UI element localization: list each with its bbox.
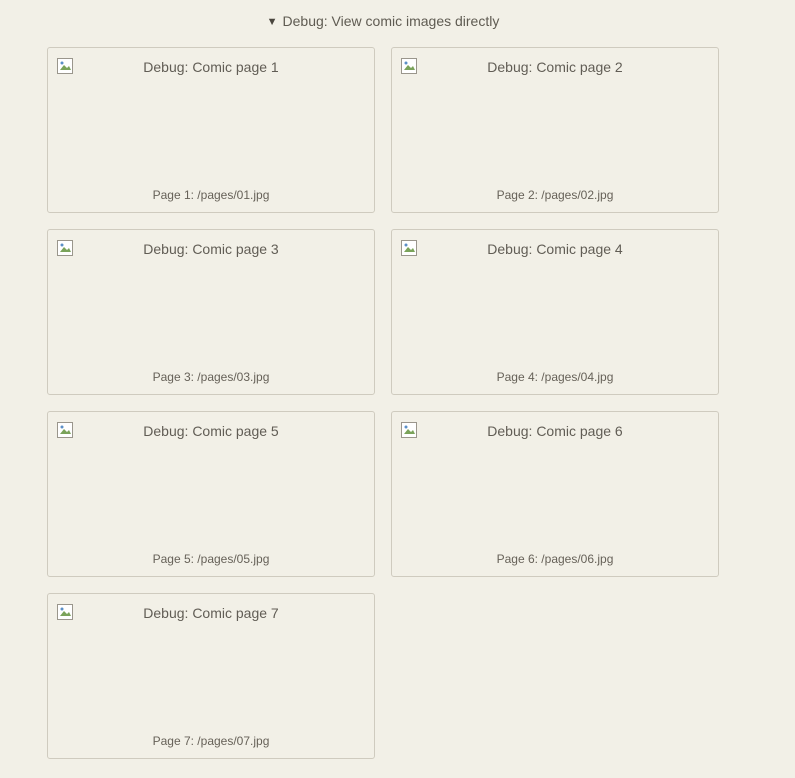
comic-page-alt-text: Debug: Comic page 4 bbox=[487, 241, 623, 257]
comic-page-caption: Page 2: /pages/02.jpg bbox=[496, 188, 614, 202]
comic-page-caption: Page 3: /pages/03.jpg bbox=[152, 370, 270, 384]
comic-page-card: Debug: Comic page 4 Page 4: /pages/04.jp… bbox=[391, 229, 719, 395]
comic-page-alt-text: Debug: Comic page 6 bbox=[487, 423, 623, 439]
comic-page-caption: Page 6: /pages/06.jpg bbox=[496, 552, 614, 566]
comic-page-caption: Page 5: /pages/05.jpg bbox=[152, 552, 270, 566]
debug-disclosure-summary[interactable]: ▼ Debug: View comic images directly bbox=[0, 10, 766, 33]
comic-page-caption: Page 4: /pages/04.jpg bbox=[496, 370, 614, 384]
comic-page-card: Debug: Comic page 3 Page 3: /pages/03.jp… bbox=[47, 229, 375, 395]
comic-page-card: Debug: Comic page 6 Page 6: /pages/06.jp… bbox=[391, 411, 719, 577]
comic-page-caption: Page 1: /pages/01.jpg bbox=[152, 188, 270, 202]
comic-page-card: Debug: Comic page 1 Page 1: /pages/01.jp… bbox=[47, 47, 375, 213]
comic-page-caption: Page 7: /pages/07.jpg bbox=[152, 734, 270, 748]
comic-page-alt-text: Debug: Comic page 3 bbox=[143, 241, 279, 257]
comic-page-alt-text: Debug: Comic page 7 bbox=[143, 605, 279, 621]
comic-page-alt-text: Debug: Comic page 2 bbox=[487, 59, 623, 75]
comic-page-alt-text: Debug: Comic page 5 bbox=[143, 423, 279, 439]
comic-page-card: Debug: Comic page 7 Page 7: /pages/07.jp… bbox=[47, 593, 375, 759]
comic-page-alt-text: Debug: Comic page 1 bbox=[143, 59, 279, 75]
comic-page-card: Debug: Comic page 5 Page 5: /pages/05.jp… bbox=[47, 411, 375, 577]
comic-pages-grid: Debug: Comic page 1 Page 1: /pages/01.jp… bbox=[47, 47, 719, 759]
comic-page-card: Debug: Comic page 2 Page 2: /pages/02.jp… bbox=[391, 47, 719, 213]
triangle-down-icon: ▼ bbox=[266, 16, 278, 28]
debug-summary-label: Debug: View comic images directly bbox=[282, 13, 500, 29]
